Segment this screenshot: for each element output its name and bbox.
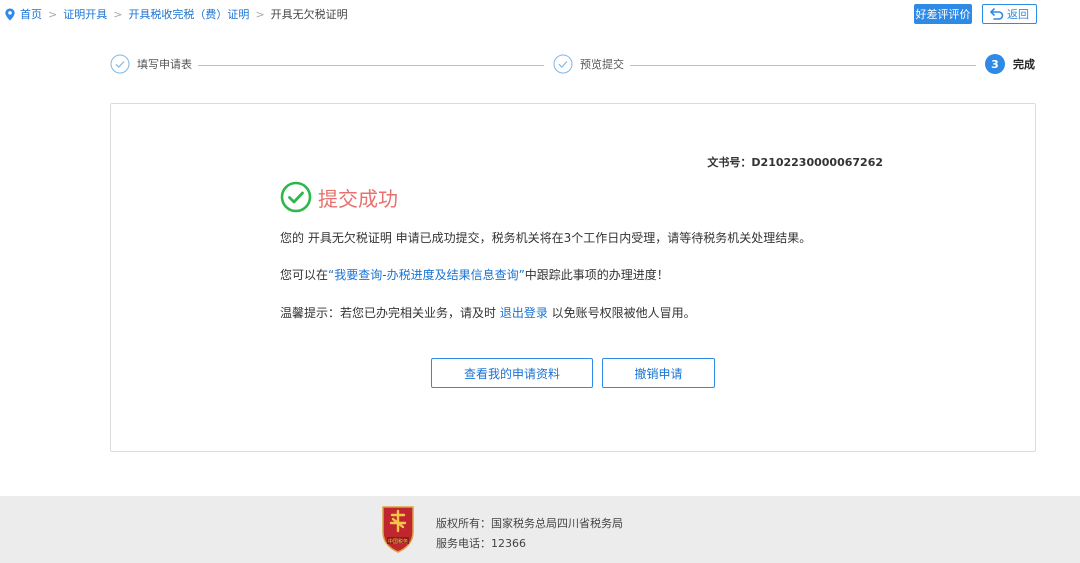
success-check-icon [280,181,312,213]
progress-query-message: 您可以在“我要查询-办税进度及结果信息查询”中跟踪此事项的办理进度！ [280,266,669,283]
step-connector [198,65,544,66]
location-pin-icon [5,7,15,21]
breadcrumb-home-link[interactable]: 首页 [20,6,42,22]
progress-steps: 填写申请表 预览提交 3 完成 [110,54,1035,76]
rate-service-button[interactable]: 好差评评价 [914,4,972,24]
logout-link[interactable]: 退出登录 [500,306,548,320]
step-label: 完成 [1013,58,1035,71]
step-fill-form: 填写申请表 [110,54,192,74]
message-text: 以免账号权限被他人冒用。 [547,306,696,320]
footer: 中国税务 版权所有：国家税务总局四川省税务局 服务电话：12366 [0,496,1080,563]
step-preview-submit: 预览提交 [553,54,624,74]
message-text: 温馨提示：若您已办完相关业务，请及时 [280,306,500,320]
breadcrumb-separator: > [113,7,123,21]
return-arrow-icon [990,8,1004,20]
cancel-application-button[interactable]: 撤销申请 [602,358,715,388]
progress-query-link[interactable]: “我要查询-办税进度及结果信息查询” [328,268,525,282]
breadcrumb-current: 开具无欠税证明 [270,8,348,21]
step-check-icon [553,54,573,74]
service-phone-text: 服务电话：12366 [436,537,526,550]
result-card: 文书号：D2102230000067262 提交成功 您的 开具无欠税证明 申请… [110,103,1036,452]
breadcrumb-separator: > [48,7,58,21]
back-button[interactable]: 返回 [982,4,1037,24]
submission-message: 您的 开具无欠税证明 申请已成功提交，税务机关将在3个工作日内受理，请等待税务机… [280,231,812,245]
success-heading: 提交成功 [280,181,398,213]
step-label: 填写申请表 [137,58,192,71]
message-text: 中跟踪此事项的办理进度！ [524,268,669,282]
footer-info: 版权所有：国家税务总局四川省税务局 服务电话：12366 [436,514,623,554]
breadcrumb-separator: > [255,7,265,21]
view-application-button[interactable]: 查看我的申请资料 [431,358,593,388]
back-label: 返回 [1007,8,1029,21]
copyright-text: 版权所有：国家税务总局四川省税务局 [436,517,623,530]
cancel-application-label: 撤销申请 [634,366,683,381]
step-number-badge: 3 [985,54,1005,74]
svg-text:中国税务: 中国税务 [388,538,408,545]
view-application-label: 查看我的申请资料 [463,366,560,381]
step-complete: 3 完成 [985,54,1035,74]
document-number: 文书号：D2102230000067262 [707,156,883,169]
rate-service-label: 好差评评价 [915,8,971,21]
step-label: 预览提交 [580,58,624,71]
message-text: 您可以在 [280,268,329,282]
logout-tip-message: 温馨提示：若您已办完相关业务，请及时 退出登录 以免账号权限被他人冒用。 [280,304,696,321]
breadcrumb-certificate-link[interactable]: 证明开具 [63,6,107,22]
breadcrumb-tax-payment-link[interactable]: 开具税收完税（费）证明 [128,6,249,22]
step-check-icon [110,54,130,74]
step-connector [630,65,976,66]
success-title: 提交成功 [318,186,398,211]
top-bar: 首页 > 证明开具 > 开具税收完税（费）证明 > 开具无欠税证明 好差评评价 … [0,0,1080,28]
tax-emblem-logo: 中国税务 [382,506,414,553]
breadcrumb: 首页 > 证明开具 > 开具税收完税（费）证明 > 开具无欠税证明 [4,6,348,22]
